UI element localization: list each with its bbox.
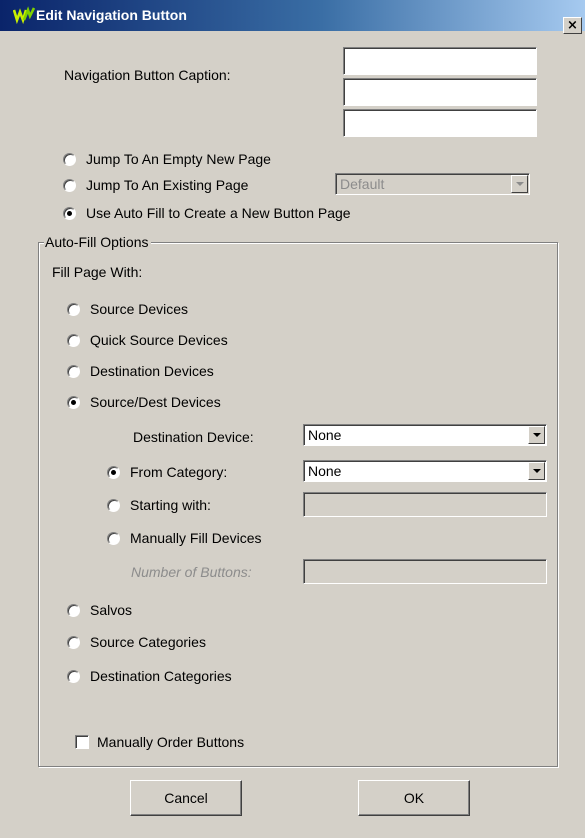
radio-source-dest-devices[interactable]: Source/Dest Devices (67, 393, 221, 411)
existing-page-select[interactable]: Default (335, 173, 530, 195)
radio-indicator (63, 206, 76, 220)
close-icon: × (567, 18, 578, 33)
radio-label: Source Devices (90, 301, 189, 317)
manually-order-buttons-checkbox[interactable]: Manually Order Buttons (75, 733, 244, 751)
radio-indicator (67, 635, 80, 649)
radio-label: From Category: (130, 464, 228, 480)
cancel-button[interactable]: Cancel (130, 780, 242, 816)
radio-label: Salvos (90, 602, 133, 618)
radio-manually-fill-devices[interactable]: Manually Fill Devices (107, 529, 261, 547)
radio-starting-with[interactable]: Starting with: (107, 496, 211, 514)
category-value: None (308, 463, 342, 479)
chevron-down-icon (533, 433, 541, 437)
title-bar[interactable]: Edit Navigation Button (0, 0, 585, 31)
radio-label: Manually Fill Devices (130, 530, 262, 546)
radio-label: Quick Source Devices (90, 332, 228, 348)
radio-label: Jump To An Empty New Page (86, 151, 271, 167)
radio-indicator (107, 498, 120, 512)
number-of-buttons-label: Number of Buttons: (131, 564, 252, 580)
caption-line-1-input[interactable] (343, 47, 537, 75)
radio-source-categories[interactable]: Source Categories (67, 633, 206, 651)
close-button[interactable]: × (563, 17, 582, 34)
dropdown-button[interactable] (528, 426, 545, 444)
ok-button[interactable]: OK (358, 780, 470, 816)
radio-jump-existing-page[interactable]: Jump To An Existing Page (63, 176, 248, 194)
radio-label: Destination Devices (90, 363, 214, 379)
checkbox-indicator (75, 735, 89, 749)
radio-indicator (67, 302, 80, 316)
number-of-buttons-input[interactable] (303, 559, 547, 584)
radio-indicator (67, 603, 80, 617)
radio-label: Destination Categories (90, 668, 232, 684)
starting-with-input[interactable] (303, 492, 547, 517)
radio-label: Starting with: (130, 497, 211, 513)
app-logo-icon (13, 6, 35, 25)
dropdown-button[interactable] (511, 175, 528, 193)
radio-salvos[interactable]: Salvos (67, 601, 132, 619)
destination-device-value: None (308, 427, 342, 443)
checkbox-label: Manually Order Buttons (97, 734, 245, 750)
radio-quick-source-devices[interactable]: Quick Source Devices (67, 331, 228, 349)
chevron-down-icon (516, 182, 524, 186)
radio-indicator (67, 395, 80, 409)
auto-fill-options-title: Auto-Fill Options (44, 233, 152, 251)
radio-label: Jump To An Existing Page (86, 177, 249, 193)
existing-page-value: Default (340, 176, 385, 192)
radio-indicator (107, 531, 120, 545)
dropdown-button[interactable] (528, 462, 545, 480)
radio-label: Use Auto Fill to Create a New Button Pag… (86, 205, 351, 221)
category-select[interactable]: None (303, 460, 547, 482)
radio-destination-devices[interactable]: Destination Devices (67, 362, 214, 380)
caption-label: Navigation Button Caption: (64, 67, 231, 83)
radio-destination-categories[interactable]: Destination Categories (67, 667, 232, 685)
radio-from-category[interactable]: From Category: (107, 463, 227, 481)
caption-line-3-input[interactable] (343, 109, 537, 137)
radio-indicator (107, 465, 120, 479)
radio-label: Source Categories (90, 634, 206, 650)
radio-jump-empty-page[interactable]: Jump To An Empty New Page (63, 150, 271, 168)
radio-source-devices[interactable]: Source Devices (67, 300, 188, 318)
radio-indicator (63, 178, 76, 192)
radio-use-auto-fill[interactable]: Use Auto Fill to Create a New Button Pag… (63, 204, 351, 222)
chevron-down-icon (533, 469, 541, 473)
caption-line-2-input[interactable] (343, 78, 537, 106)
fill-page-with-label: Fill Page With: (52, 264, 143, 280)
radio-indicator (63, 152, 76, 166)
radio-label: Source/Dest Devices (90, 394, 221, 410)
destination-device-select[interactable]: None (303, 424, 547, 446)
radio-indicator (67, 669, 80, 683)
window-title: Edit Navigation Button (36, 7, 187, 23)
edit-navigation-button-dialog: Edit Navigation Button × Navigation Butt… (0, 0, 585, 838)
radio-indicator (67, 333, 80, 347)
destination-device-label: Destination Device: (133, 429, 254, 445)
radio-indicator (67, 364, 80, 378)
